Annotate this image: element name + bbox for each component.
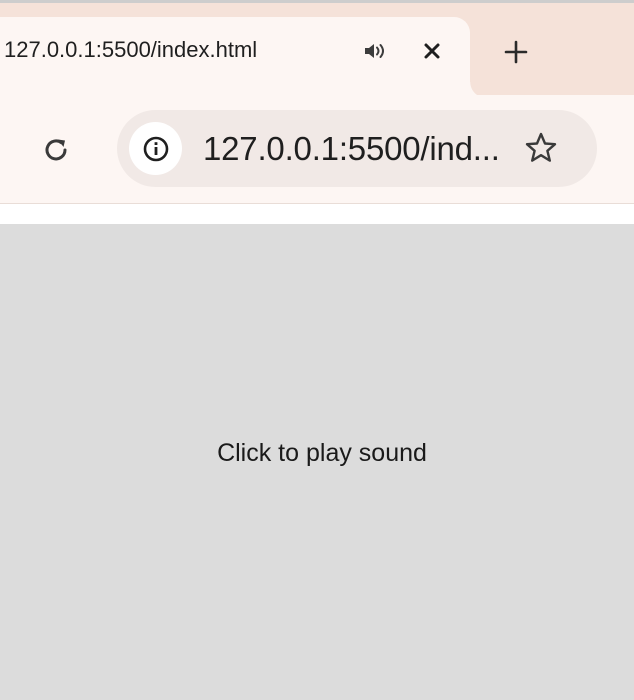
info-circle-icon[interactable]	[129, 122, 182, 175]
reload-icon[interactable]	[38, 132, 74, 168]
page-content[interactable]: Click to play sound	[0, 224, 634, 700]
play-sound-label[interactable]: Click to play sound	[0, 439, 634, 468]
tab-strip: 127.0.0.1:5500/index.html	[0, 3, 634, 98]
browser-toolbar: 127.0.0.1:5500/ind...	[0, 95, 634, 203]
star-outline-icon[interactable]	[521, 128, 561, 168]
address-bar[interactable]: 127.0.0.1:5500/ind...	[117, 110, 597, 187]
url-text[interactable]: 127.0.0.1:5500/ind...	[203, 130, 500, 168]
tab-title: 127.0.0.1:5500/index.html	[4, 37, 258, 62]
speaker-playing-icon[interactable]	[362, 38, 388, 64]
toolbar-divider	[0, 203, 634, 204]
plus-icon[interactable]	[500, 36, 532, 68]
active-tab[interactable]: 127.0.0.1:5500/index.html	[0, 17, 486, 98]
close-icon[interactable]	[418, 37, 446, 65]
